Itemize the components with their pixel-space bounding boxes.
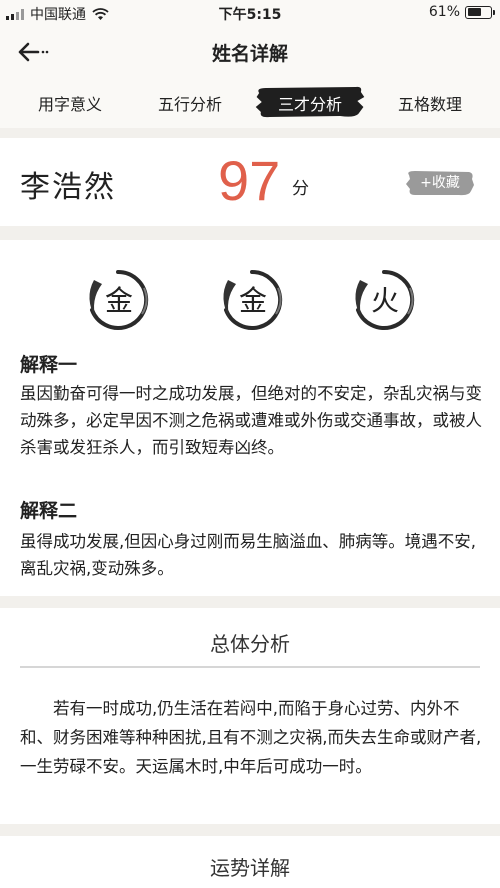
tab-sancai-analysis[interactable]: 三才分析: [255, 83, 365, 123]
tab-label: 用字意义: [37, 95, 102, 114]
explanation-one-text: 虽因勤奋可得一时之成功发展，但绝对的不安定，杂乱灾祸与变动殊多，必定早因不测之危…: [20, 384, 482, 457]
tab-label: 五格数理: [397, 95, 462, 114]
explanation-one-title: 解释一: [20, 354, 78, 376]
battery-icon: [465, 5, 495, 19]
status-time: 下午5:15: [218, 7, 282, 23]
status-right: 61%: [428, 4, 495, 20]
favorite-label: +收藏: [420, 175, 460, 191]
battery-percent: 61%: [428, 4, 460, 20]
explanation-two-title: 解释二: [20, 500, 78, 522]
tab-label: 五行分析: [157, 95, 222, 114]
element-badge: 金: [214, 262, 290, 338]
element-char: 火: [370, 284, 399, 317]
element-char: 金: [238, 284, 267, 317]
overall-text: 若有一时成功,仍生活在若闷中,而陷于身心过劳、内外不和、财务困难等种种困扰,且有…: [20, 699, 482, 776]
page-title: 姓名详解: [211, 43, 288, 65]
explanation-two-text: 虽得成功发展,但因心身过刚而易生脑溢血、肺病等。境遇不安,离乱灾祸,变动殊多。: [20, 532, 476, 578]
element-badge: 火: [346, 262, 422, 338]
tab-bar: 用字意义 五行分析 三才分析 五格数理: [0, 78, 500, 128]
tab-character-meaning[interactable]: 用字意义: [20, 83, 120, 123]
score-unit: 分: [292, 179, 309, 199]
tab-five-grids[interactable]: 五格数理: [380, 83, 480, 123]
name-score: 97: [218, 149, 281, 212]
nav-bar: 姓名详解: [0, 26, 500, 78]
sancai-card: 金 金 火 解释一 虽因勤奋可得一时之成功发展，但绝对的不安定，杂乱灾祸与变动殊…: [0, 240, 500, 596]
tab-label: 三才分析: [277, 95, 342, 114]
element-badge: 金: [80, 262, 156, 338]
overall-analysis-card: 总体分析 若有一时成功,仍生活在若闷中,而陷于身心过劳、内外不和、财务困难等种种…: [0, 608, 500, 824]
status-bar: 中国联通 下午5:15 61%: [0, 0, 500, 26]
element-row: 金 金 火: [0, 262, 500, 338]
tab-five-elements[interactable]: 五行分析: [140, 83, 240, 123]
back-button[interactable]: [16, 36, 56, 68]
favorite-button[interactable]: +收藏: [405, 169, 475, 197]
fortune-card: 运势详解: [0, 836, 500, 888]
overall-title: 总体分析: [210, 632, 290, 656]
name-score-card: 李浩然 97 分 +收藏: [0, 138, 500, 226]
ink-divider: [20, 666, 480, 668]
element-char: 金: [104, 284, 133, 317]
full-name: 李浩然: [20, 170, 116, 205]
fortune-title: 运势详解: [210, 856, 290, 880]
back-arrow-icon: [18, 42, 49, 62]
